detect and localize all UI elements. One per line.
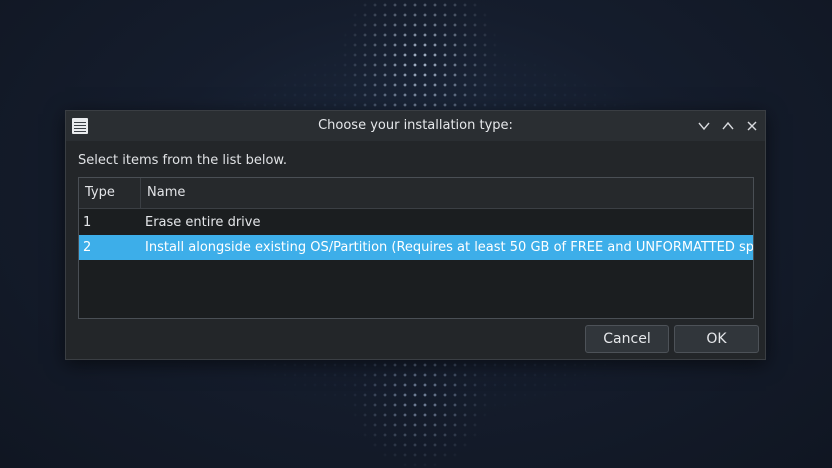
column-header-type[interactable]: Type	[79, 178, 141, 208]
list-row-erase[interactable]: 1 Erase entire drive	[79, 210, 753, 235]
installation-type-dialog: Choose your installation type: Select it…	[65, 110, 766, 360]
chevron-up-icon	[722, 121, 734, 130]
minimize-button[interactable]	[696, 118, 712, 134]
maximize-button[interactable]	[720, 118, 736, 134]
row-name: Install alongside existing OS/Partition …	[145, 240, 754, 255]
column-header-name[interactable]: Name	[141, 178, 753, 208]
row-type: 1	[83, 215, 92, 230]
installation-type-list[interactable]: Type Name 1 Erase entire drive 2 Install…	[78, 177, 754, 319]
dialog-title: Choose your installation type:	[318, 118, 513, 133]
row-type: 2	[83, 240, 92, 255]
close-button[interactable]	[744, 118, 760, 134]
titlebar: Choose your installation type:	[66, 111, 765, 141]
row-name: Erase entire drive	[145, 215, 261, 230]
list-header: Type Name	[79, 178, 753, 209]
list-row-install-alongside[interactable]: 2 Install alongside existing OS/Partitio…	[79, 235, 753, 260]
close-icon	[747, 121, 757, 131]
chevron-down-icon	[698, 122, 710, 131]
ok-button[interactable]: OK	[674, 325, 759, 353]
cancel-button[interactable]: Cancel	[585, 325, 669, 353]
instruction-label: Select items from the list below.	[78, 153, 287, 168]
